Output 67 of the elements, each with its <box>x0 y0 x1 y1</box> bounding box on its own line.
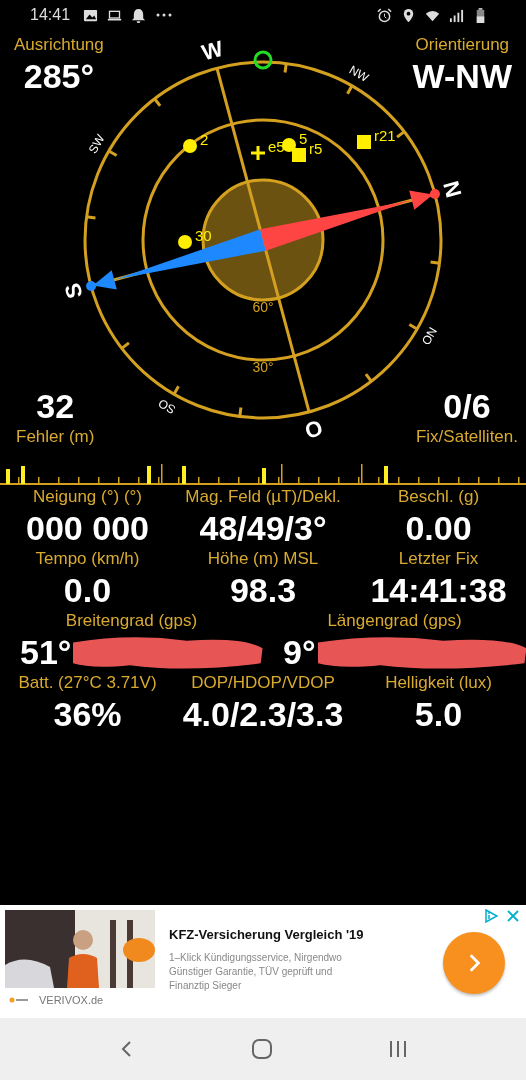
ring-label: 30° <box>252 359 274 375</box>
reading-label: Letzter Fix <box>398 548 479 570</box>
satellite-label: r21 <box>374 127 396 144</box>
satellite-cross <box>249 144 267 162</box>
direction-label: N <box>438 178 467 201</box>
direction-label: NW <box>346 62 372 85</box>
reading-value: 36% <box>53 694 122 734</box>
reading-label: Höhe (m) MSL <box>207 548 319 570</box>
signal-icon <box>449 7 464 23</box>
direction-label: S <box>59 280 88 302</box>
reading-label: DOP/HDOP/VDOP <box>191 672 335 694</box>
ad-choices-icon[interactable] <box>484 909 498 923</box>
direction-label: O <box>302 415 326 444</box>
ad-banner[interactable]: VERIVOX.de KFZ-Versicherung Vergleich '19 1–Klick Kündigungsservice, Nirgendwo Günstiger Garantie, TÜV geprüft und Finanztip Sieger <box>0 905 526 1018</box>
ring-label: 60° <box>252 299 274 315</box>
ad-title: KFZ-Versicherung Vergleich '19 <box>169 926 364 943</box>
reading-value: 51° <box>20 632 72 672</box>
reading-value: 48/49/3° <box>199 508 327 548</box>
close-icon[interactable] <box>506 909 520 923</box>
advertiser-logo-icon <box>9 996 29 1004</box>
more-icon <box>155 13 174 17</box>
satellite-label: r5 <box>309 140 323 157</box>
reading-label: Tempo (km/h) <box>35 548 140 570</box>
direction-label: SW <box>85 132 108 156</box>
satellite-label: 5 <box>299 130 308 147</box>
reading-value: 5.0 <box>414 694 463 734</box>
heading-label: Ausrichtung <box>14 34 104 56</box>
satellite-dot <box>183 139 197 153</box>
satellite-square <box>357 135 371 149</box>
reading-value: 14:41:38 <box>370 570 507 610</box>
satellites-label: Fix/Satelliten. <box>415 426 518 448</box>
error-value: 32 <box>36 386 75 426</box>
reading-label: Längengrad (gps) <box>327 610 462 632</box>
satellites-value: 0/6 <box>443 386 491 426</box>
orientation-value: W-NW <box>412 56 512 96</box>
alarm-icon <box>377 7 392 23</box>
reading-value: 4.0/2.3/3.3 <box>182 694 344 734</box>
orientation-label: Orientierung <box>415 34 510 56</box>
satellite-dot <box>178 235 192 249</box>
reading-value: 0.00 <box>405 508 472 548</box>
reading-label: Neigung (°) (°) <box>33 486 142 508</box>
reading-value: 9° <box>283 632 316 672</box>
location-icon <box>401 7 416 23</box>
satellite-dot <box>282 138 296 152</box>
heading-marker <box>253 50 273 70</box>
reading-value: 000 000 <box>26 508 149 548</box>
reading-label: Helligkeit (lux) <box>385 672 492 694</box>
reading-label: Batt. (27°C 3.71V) <box>18 672 157 694</box>
status-time: 14:41 <box>30 6 71 24</box>
direction-label: W <box>199 35 226 66</box>
reading-label: Mag. Feld (µT)/Dekl. <box>185 486 341 508</box>
reading-value: 0.0 <box>63 570 112 610</box>
bell-icon <box>131 7 147 23</box>
satellite-label: 30 <box>195 227 212 244</box>
ad-description: 1–Klick Kündigungsservice, Nirgendwo Günstiger Garantie, TÜV geprüft und Finanztip Sieger <box>169 951 343 993</box>
satellite-square <box>292 148 306 162</box>
direction-label: SO <box>156 395 178 417</box>
reading-label: Beschl. (g) <box>397 486 480 508</box>
reading-value: 98.3 <box>229 570 297 610</box>
advertiser-name: VERIVOX.de <box>39 994 104 1006</box>
reading-label: Breitengrad (gps) <box>65 610 198 632</box>
home-icon[interactable] <box>250 1037 274 1061</box>
heading-value: 285° <box>23 56 95 96</box>
satellite-label: e5 <box>268 138 285 155</box>
direction-label: NO <box>418 324 440 348</box>
error-label: Fehler (m) <box>16 426 95 448</box>
image-icon <box>83 7 99 23</box>
